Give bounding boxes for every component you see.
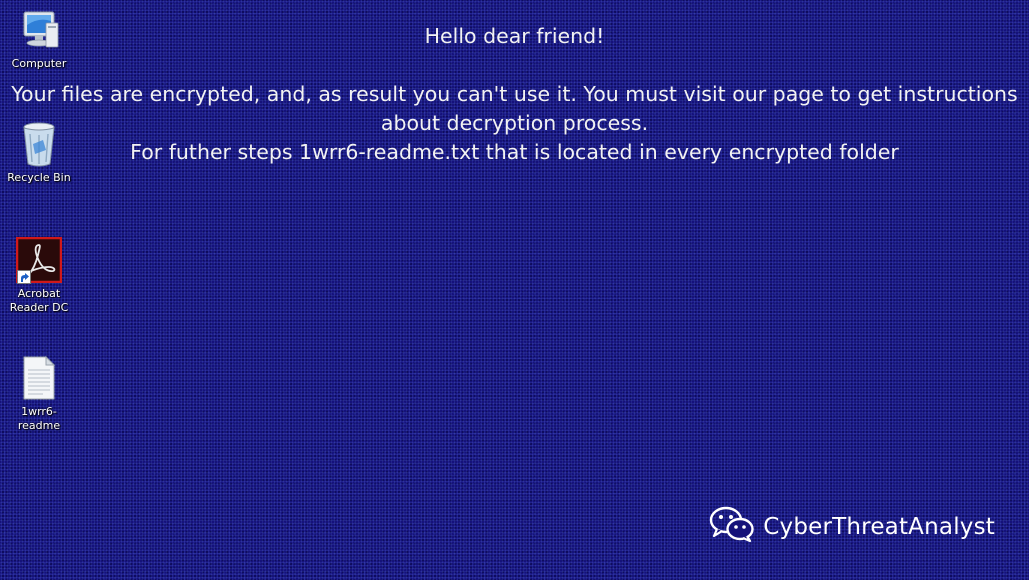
acrobat-icon	[15, 236, 63, 284]
ransom-note-line: Your files are encrypted, and, as result…	[11, 82, 1018, 106]
desktop-icon-readme-file[interactable]: 1wrr6-readme	[0, 354, 78, 433]
desktop: Computer Recycle Bin Acrobat Reader DC 1…	[0, 0, 1029, 580]
desktop-icon-label: Acrobat Reader DC	[9, 287, 69, 314]
shortcut-arrow-icon	[17, 270, 31, 284]
desktop-icon-acrobat-reader[interactable]: Acrobat Reader DC	[0, 236, 78, 315]
desktop-icon-label: Recycle Bin	[7, 171, 71, 184]
watermark: CyberThreatAnalyst	[709, 505, 995, 548]
ransom-note: Hello dear friend! Your files are encryp…	[0, 22, 1029, 167]
ransom-note-greeting: Hello dear friend!	[424, 24, 605, 48]
wechat-icon	[709, 505, 755, 548]
ransom-note-line: about decryption process.	[380, 111, 649, 135]
text-file-icon	[15, 354, 63, 402]
desktop-icon-label: 1wrr6-readme	[17, 405, 61, 432]
watermark-text: CyberThreatAnalyst	[763, 513, 995, 540]
ransom-note-line: For futher steps 1wrr6-readme.txt that i…	[130, 140, 899, 164]
